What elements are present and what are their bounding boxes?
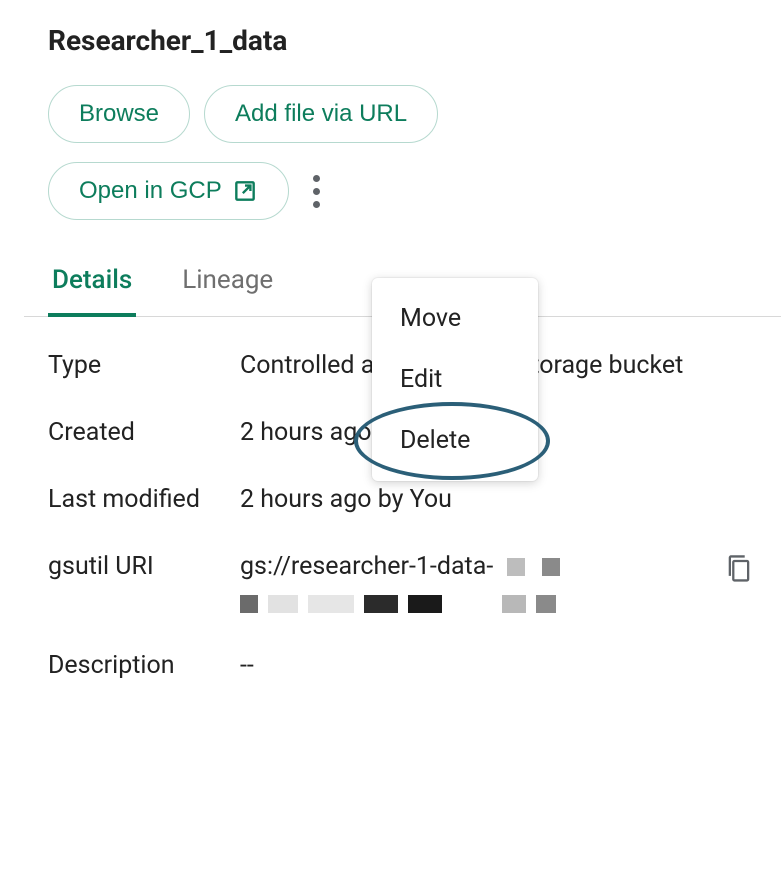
kebab-icon (313, 175, 320, 208)
gsutil-value: gs://researcher-1-data- (240, 552, 493, 581)
page-title: Researcher_1_data (24, 24, 781, 57)
add-file-url-label: Add file via URL (235, 100, 407, 128)
redacted-segment (536, 595, 556, 613)
redacted-segment (364, 595, 398, 613)
modified-label: Last modified (48, 485, 240, 514)
redacted-segment (507, 558, 525, 576)
description-label: Description (48, 651, 240, 680)
redacted-segment (408, 595, 442, 613)
action-row-2: Open in GCP (24, 157, 781, 225)
menu-item-delete-label: Delete (400, 426, 470, 455)
browse-label: Browse (79, 100, 159, 128)
open-in-gcp-label: Open in GCP (79, 177, 222, 205)
gsutil-label: gsutil URI (48, 552, 240, 581)
description-value: -- (240, 651, 753, 680)
type-label: Type (48, 351, 240, 380)
redacted-segment (542, 558, 560, 576)
menu-item-move[interactable]: Move (372, 288, 538, 349)
detail-row-modified: Last modified 2 hours ago by You (48, 485, 753, 514)
redacted-line (240, 595, 703, 613)
copy-button[interactable] (725, 552, 759, 586)
add-file-url-button[interactable]: Add file via URL (204, 85, 438, 143)
created-label: Created (48, 418, 240, 447)
redacted-segment (240, 595, 258, 613)
redacted-segment (502, 595, 526, 613)
browse-button[interactable]: Browse (48, 85, 190, 143)
action-row-1: Browse Add file via URL (24, 85, 781, 143)
copy-icon (725, 553, 759, 585)
more-actions-button[interactable] (295, 157, 339, 225)
tab-lineage[interactable]: Lineage (178, 249, 277, 317)
redacted-segment (308, 595, 354, 613)
more-actions-menu: Move Edit Delete (372, 278, 538, 481)
external-link-icon (232, 178, 258, 204)
modified-value: 2 hours ago by You (240, 485, 753, 514)
open-in-gcp-button[interactable]: Open in GCP (48, 162, 289, 220)
menu-item-edit[interactable]: Edit (372, 349, 538, 410)
redacted-segment (268, 595, 298, 613)
menu-item-delete[interactable]: Delete (372, 410, 538, 471)
detail-row-description: Description -- (48, 651, 753, 680)
tab-details[interactable]: Details (48, 249, 136, 317)
redacted-segment (452, 595, 492, 613)
gsutil-value-container: gs://researcher-1-data- (240, 552, 753, 613)
detail-row-gsutil: gsutil URI gs://researcher-1-data- (48, 552, 753, 613)
